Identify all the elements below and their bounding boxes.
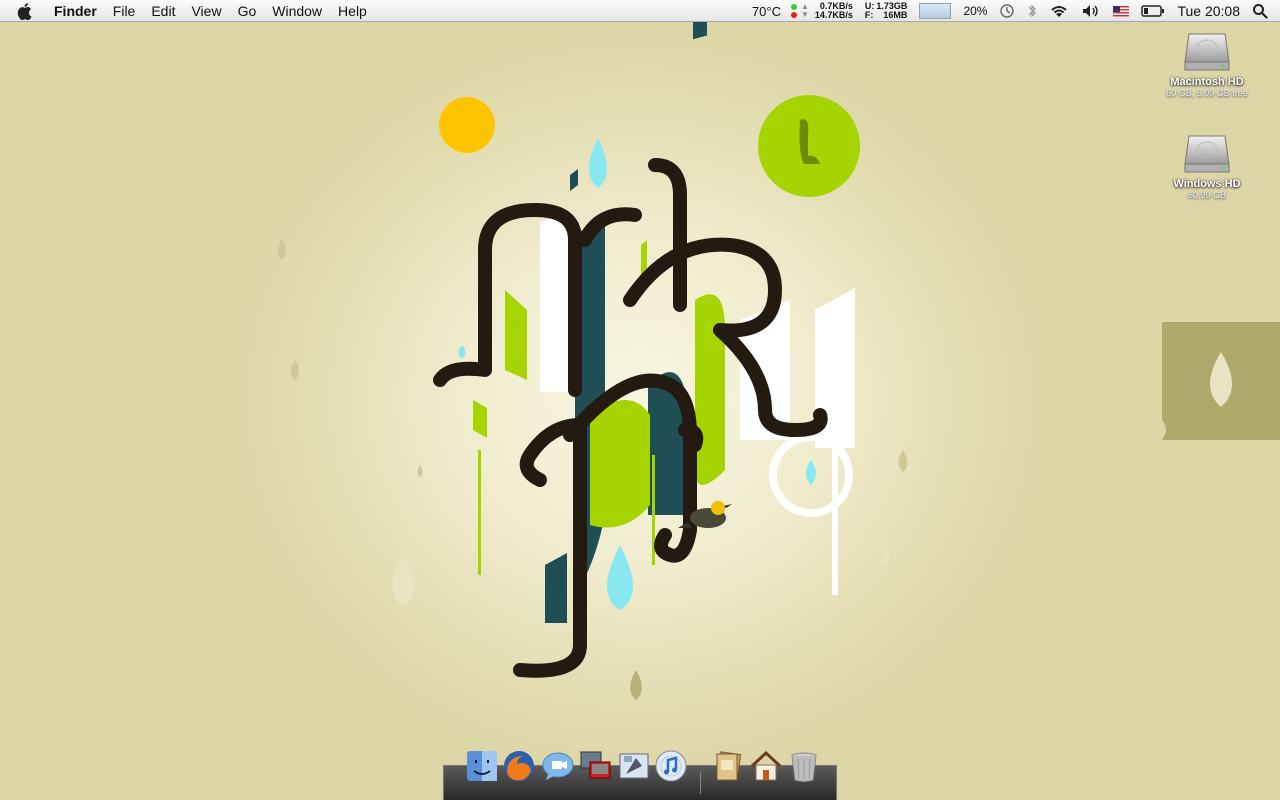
apple-menu-icon[interactable] <box>14 0 36 22</box>
menu-bar: Finder File Edit View Go Window Help 70°… <box>0 0 1280 22</box>
green-circle <box>758 95 860 197</box>
battery-icon[interactable] <box>1135 0 1171 22</box>
network-activity-leds <box>787 0 801 22</box>
itunes-icon[interactable] <box>653 748 689 784</box>
mail-icon[interactable] <box>616 748 652 784</box>
bluetooth-icon[interactable] <box>1021 0 1043 22</box>
trash-icon[interactable] <box>786 748 822 784</box>
desktop-icon-macintosh-hd[interactable]: Macintosh HD 60 GB, 6.09 GB free <box>1152 30 1262 98</box>
clock[interactable]: Tue 20:08 <box>1171 0 1246 22</box>
hard-drive-icon <box>1183 30 1231 74</box>
menu-file[interactable]: File <box>105 0 144 22</box>
desktop-wallpaper <box>278 22 1280 700</box>
home-folder-icon[interactable] <box>748 748 784 784</box>
hard-drive-icon <box>1183 132 1231 176</box>
menu-go[interactable]: Go <box>230 0 265 22</box>
app-menu-finder[interactable]: Finder <box>46 0 105 22</box>
menu-edit[interactable]: Edit <box>143 0 183 22</box>
wifi-icon[interactable] <box>1043 0 1075 22</box>
input-source-flag-icon[interactable] <box>1107 0 1135 22</box>
network-arrows-icon: ▲ ▼ <box>800 2 809 19</box>
desktop-icon-windows-hd[interactable]: Windows HD 60.99 GB <box>1152 132 1262 200</box>
ichat-icon[interactable] <box>540 748 576 784</box>
spotlight-search-icon[interactable] <box>1246 0 1280 22</box>
desktop-icon-info: 60.99 GB <box>1187 190 1227 200</box>
dock-separator <box>700 772 701 794</box>
parallels-icon[interactable] <box>578 748 614 784</box>
menu-view[interactable]: View <box>183 0 229 22</box>
disk-usage-status[interactable]: 1.73GB 16MB <box>876 0 913 22</box>
firefox-icon[interactable] <box>501 748 537 784</box>
disk-labels: U: F: <box>864 1 875 20</box>
desktop-icon-label: Windows HD <box>1173 178 1241 190</box>
desktop-icon-label: Macintosh HD <box>1170 76 1244 88</box>
finder-icon[interactable] <box>464 748 500 784</box>
battery-percent-status[interactable]: 20% <box>957 0 993 22</box>
menu-help[interactable]: Help <box>330 0 375 22</box>
desktop-icon-info: 60 GB, 6.09 GB free <box>1166 88 1248 98</box>
volume-icon[interactable] <box>1075 0 1107 22</box>
temperature-status[interactable]: 70°C <box>746 0 787 22</box>
network-speed-status[interactable]: 0.7KB/s 14.7KB/s <box>809 0 859 22</box>
documents-stack-icon[interactable] <box>710 748 746 784</box>
memory-graph[interactable] <box>913 0 957 22</box>
yellow-circle <box>439 97 495 153</box>
menu-window[interactable]: Window <box>264 0 330 22</box>
time-machine-icon[interactable] <box>993 0 1021 22</box>
